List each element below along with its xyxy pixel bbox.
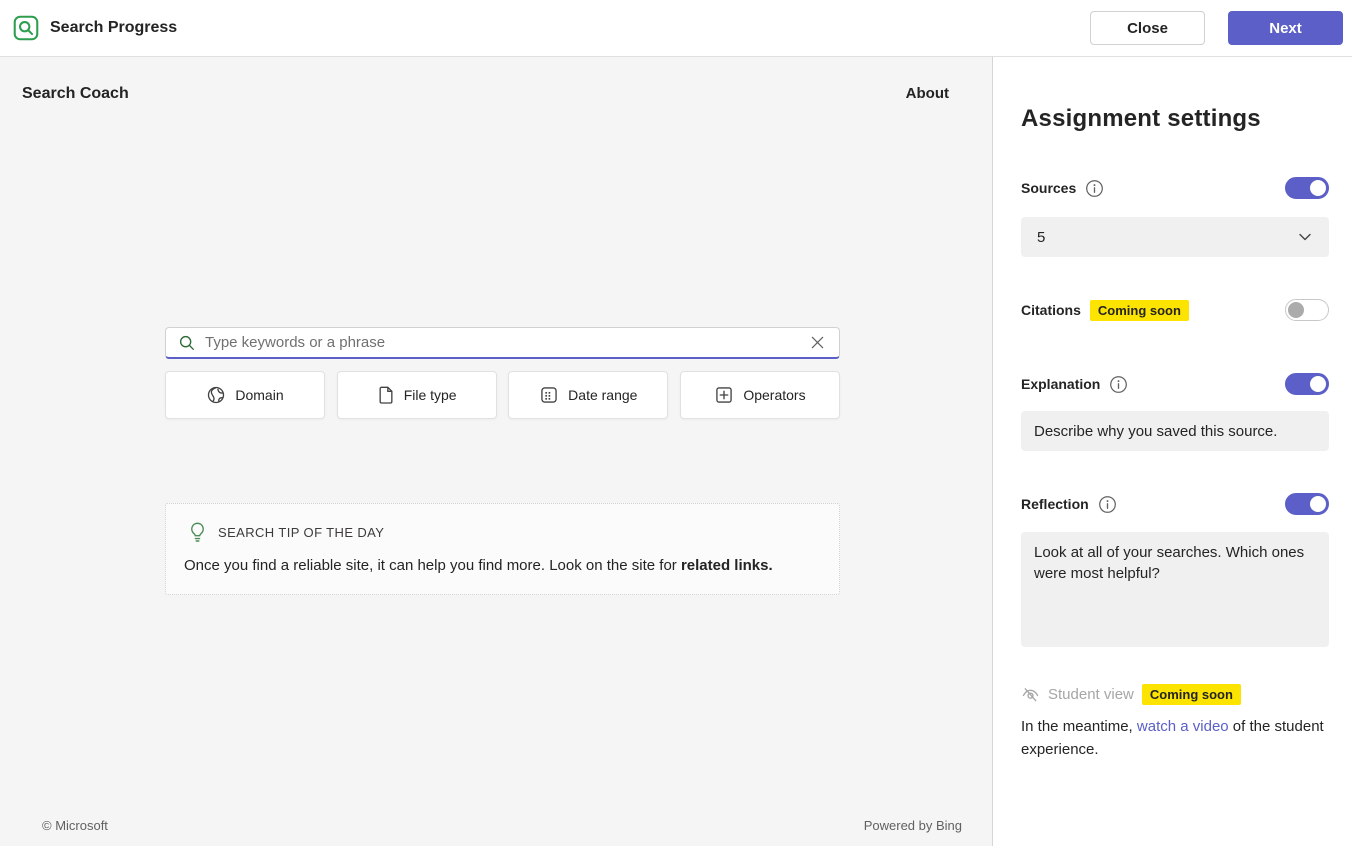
info-icon[interactable] [1109,375,1128,394]
coming-soon-badge: Coming soon [1089,299,1189,321]
globe-icon [206,385,226,405]
header-actions: Close Next [1090,11,1343,45]
close-button[interactable]: Close [1090,11,1205,45]
date-range-filter-button[interactable]: Date range [508,371,669,419]
note-prefix: In the meantime, [1021,718,1137,735]
citations-toggle[interactable] [1285,299,1329,321]
tip-body-text: Once you find a reliable site, it can he… [184,557,681,574]
explanation-toggle[interactable] [1285,373,1329,395]
student-view-label: Student view [1048,686,1134,703]
filter-label: Domain [235,387,284,403]
search-input[interactable] [205,334,808,351]
sources-setting-row: Sources [1021,177,1329,199]
explanation-label: Explanation [1021,376,1101,392]
sidebar-title: Assignment settings [1021,105,1261,132]
reflection-prompt-field[interactable]: Look at all of your searches. Which ones… [1021,532,1329,647]
sources-count-value: 5 [1037,228,1046,246]
sources-label: Sources [1021,180,1077,196]
tip-body: Once you find a reliable site, it can he… [184,557,821,574]
coming-soon-badge: Coming soon [1141,684,1241,705]
calendar-icon [539,385,559,405]
copyright-text: © Microsoft [42,818,108,833]
toggle-knob [1310,180,1326,196]
plus-square-icon [714,385,734,405]
page-title: Search Coach [22,85,129,102]
search-box [165,327,840,359]
lightbulb-icon [189,521,206,544]
search-tip-card: SEARCH TIP OF THE DAY Once you find a re… [165,503,840,595]
sources-toggle[interactable] [1285,177,1329,199]
search-filters: Domain File type Date range Operators [165,371,840,419]
student-view-note: In the meantime, watch a video of the st… [1021,715,1329,761]
explanation-prompt-field[interactable]: Describe why you saved this source. [1021,411,1329,451]
search-coach-panel: Search Coach About Type keywords or a ph… [0,57,993,846]
assignment-settings-panel: Assignment settings Sources 5 Citations … [993,57,1352,846]
app-header: Search Progress Close Next [0,0,1352,57]
document-icon [377,385,395,405]
student-view-row: Student view Coming soon [1021,684,1329,705]
powered-by-text: Powered by Bing [863,818,962,833]
main-footer: © Microsoft Powered by Bing [0,818,992,833]
domain-filter-button[interactable]: Domain [165,371,325,419]
search-icon [178,334,196,352]
reflection-label: Reflection [1021,496,1089,512]
file-type-filter-button[interactable]: File type [336,371,497,419]
reflection-toggle[interactable] [1285,493,1329,515]
tip-body-bold: related links. [680,557,773,574]
tip-title: SEARCH TIP OF THE DAY [218,525,385,540]
info-icon[interactable] [1098,495,1117,514]
filter-label: Date range [568,387,638,403]
filter-label: Operators [743,387,806,403]
filter-label: File type [403,387,457,403]
info-icon[interactable] [1085,179,1104,198]
chevron-down-icon [1297,229,1313,245]
citations-setting-row: Citations Coming soon [1021,299,1329,321]
search-progress-logo-icon [13,15,39,41]
app-title: Search Progress [50,19,178,36]
operators-filter-button[interactable]: Operators [679,371,840,419]
reflection-setting-row: Reflection [1021,493,1329,515]
toggle-knob [1310,496,1326,512]
toggle-knob [1310,376,1326,392]
watch-video-link[interactable]: watch a video [1137,718,1229,735]
explanation-setting-row: Explanation [1021,373,1329,395]
sources-count-dropdown[interactable]: 5 [1021,217,1329,257]
eye-off-icon [1021,685,1040,704]
toggle-knob [1288,302,1304,318]
clear-search-icon[interactable] [808,333,827,352]
citations-label: Citations [1021,302,1081,318]
next-button[interactable]: Next [1228,11,1343,45]
about-link[interactable]: About [906,85,949,102]
